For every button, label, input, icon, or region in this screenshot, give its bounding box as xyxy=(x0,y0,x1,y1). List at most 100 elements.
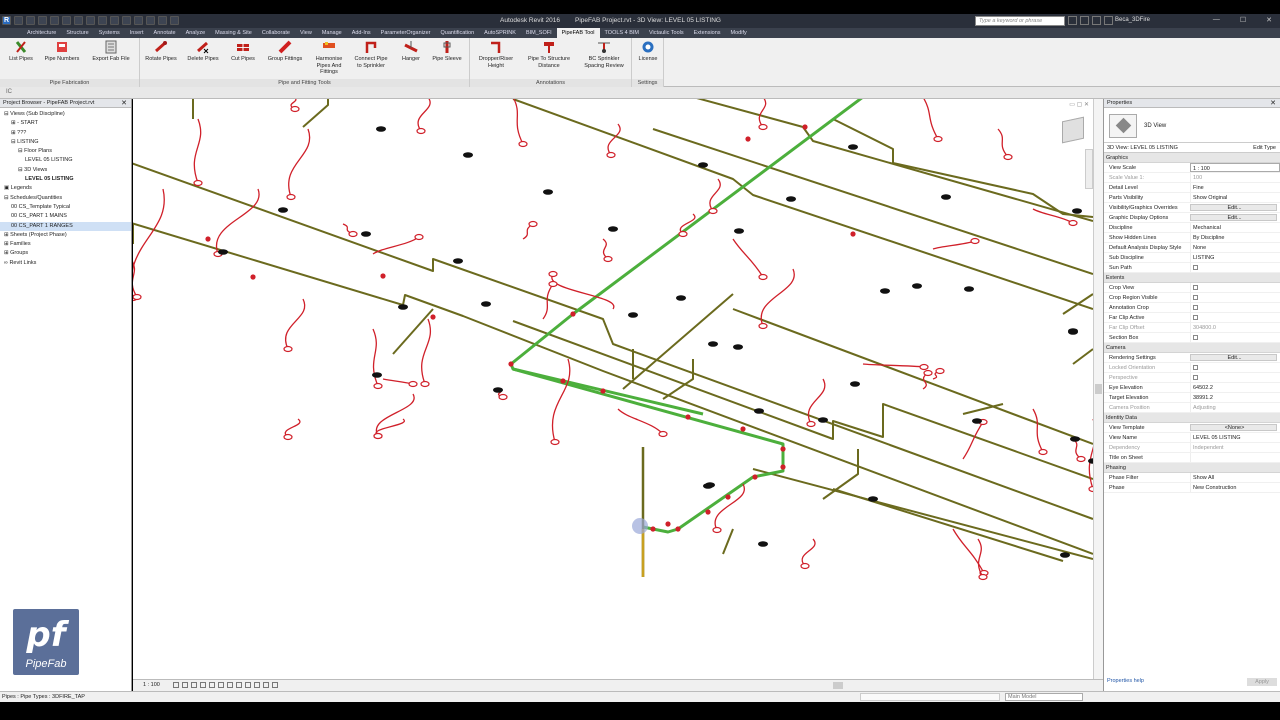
pipe-fitting[interactable] xyxy=(650,526,656,532)
apply-button[interactable]: Apply xyxy=(1247,678,1277,686)
sprinkler-head[interactable] xyxy=(919,363,929,371)
sprinkler-head[interactable] xyxy=(708,341,718,347)
section-icon[interactable] xyxy=(134,16,143,25)
sprinkler-drop[interactable] xyxy=(215,188,260,255)
tab-tools-4-bim[interactable]: TOOLS 4 BIM xyxy=(600,28,644,38)
tab-add-ins[interactable]: Add-Ins xyxy=(347,28,376,38)
tree-node[interactable]: ⊞ Families xyxy=(0,240,131,249)
sprinkler-head[interactable] xyxy=(414,233,424,241)
sprinkler-drop[interactable] xyxy=(372,236,420,255)
undo-icon[interactable] xyxy=(50,16,59,25)
tree-node[interactable]: 00 CS_PART 1 RANGES xyxy=(0,221,131,231)
tab-quantification[interactable]: Quantification xyxy=(436,28,480,38)
sprinkler-head[interactable] xyxy=(933,135,943,143)
sprinkler-head[interactable] xyxy=(278,207,288,213)
reveal-hidden-icon[interactable] xyxy=(254,682,260,688)
branch-pipe[interactable] xyxy=(512,99,1093,310)
sprinkler-head[interactable] xyxy=(818,417,828,423)
harmonise-button[interactable]: Harmonise Pipes And Fittings xyxy=(310,40,348,76)
sprinkler-head[interactable] xyxy=(1068,328,1078,334)
tab-systems[interactable]: Systems xyxy=(94,28,125,38)
pipe-fitting[interactable] xyxy=(560,378,566,384)
sprinkler-head[interactable] xyxy=(193,179,203,187)
sprinkler-head[interactable] xyxy=(848,144,858,150)
tab-manage[interactable]: Manage xyxy=(317,28,347,38)
checkbox[interactable] xyxy=(1193,305,1198,311)
property-value[interactable] xyxy=(1190,293,1280,302)
sprinkler-head[interactable] xyxy=(758,541,768,547)
sprinkler-drop[interactable] xyxy=(801,538,816,567)
export-fab-button[interactable]: Export Fab File xyxy=(92,40,130,63)
sprinkler-drop[interactable] xyxy=(551,358,571,443)
tab-victaulic-tools[interactable]: Victaulic Tools xyxy=(644,28,689,38)
sprinkler-head[interactable] xyxy=(758,273,768,281)
sprinkler-drop[interactable] xyxy=(862,363,925,368)
cursor-highlight[interactable] xyxy=(632,518,648,534)
active-model-selector[interactable]: Main Model xyxy=(1005,693,1083,701)
tab-collaborate[interactable]: Collaborate xyxy=(257,28,295,38)
property-value[interactable]: 1 : 100 xyxy=(1190,163,1280,172)
sprinkler-head[interactable] xyxy=(703,483,713,489)
branch-pipe[interactable] xyxy=(302,99,329,128)
property-value[interactable]: Show All xyxy=(1190,473,1280,482)
tab-modify[interactable]: Modify xyxy=(726,28,752,38)
temporary-hide-icon[interactable] xyxy=(245,682,251,688)
sprinkler-drop[interactable] xyxy=(997,128,1009,158)
property-value[interactable]: Mechanical xyxy=(1190,223,1280,232)
crop-icon[interactable] xyxy=(218,682,224,688)
branch-pipe[interactable] xyxy=(752,468,1093,560)
property-value[interactable]: <None> xyxy=(1190,424,1277,431)
property-value[interactable]: Edit... xyxy=(1190,204,1277,211)
pipe-fitting[interactable] xyxy=(780,464,786,470)
pipe-fitting[interactable] xyxy=(600,388,606,394)
cut-pipes-button[interactable]: Cut Pipes xyxy=(224,40,262,63)
switch-windows-icon[interactable] xyxy=(170,16,179,25)
sprinkler-head[interactable] xyxy=(290,105,300,113)
pipe-fitting[interactable] xyxy=(802,124,808,130)
star-icon[interactable] xyxy=(1092,16,1101,25)
tree-node[interactable]: ∞ Revit Links xyxy=(0,259,131,268)
tree-node[interactable]: 00 CS_Template Typical xyxy=(0,203,131,212)
pipe-fitting[interactable] xyxy=(850,231,856,237)
pipe-fitting[interactable] xyxy=(570,311,576,317)
sprinkler-head[interactable] xyxy=(376,126,386,132)
tree-node[interactable]: ⊟ Floor Plans xyxy=(0,147,131,156)
property-value[interactable]: LEVEL 05 LISTING xyxy=(1190,433,1280,442)
sprinkler-head[interactable] xyxy=(1070,436,1080,442)
sprinkler-drop[interactable] xyxy=(932,240,976,250)
sprinkler-head[interactable] xyxy=(1003,153,1013,161)
branch-pipe[interactable] xyxy=(1072,348,1093,365)
sprinkler-drop[interactable] xyxy=(607,123,621,156)
navigation-bar[interactable] xyxy=(1085,149,1093,189)
pipe-fitting[interactable] xyxy=(665,521,671,527)
tree-node[interactable]: ⊞ - START xyxy=(0,119,131,128)
selection-filter[interactable] xyxy=(860,693,1000,701)
save-icon[interactable] xyxy=(26,16,35,25)
edit-type-button[interactable]: Edit Type xyxy=(1253,143,1276,153)
3d-view-icon[interactable] xyxy=(122,16,131,25)
search-input[interactable]: Type a keyword or phrase xyxy=(975,16,1065,26)
sprinkler-head[interactable] xyxy=(712,526,722,534)
view-scale[interactable]: 1 : 100 xyxy=(143,682,160,688)
close-hidden-icon[interactable] xyxy=(158,16,167,25)
sprinkler-head[interactable] xyxy=(373,432,383,440)
sprinkler-head[interactable] xyxy=(498,393,508,401)
tree-node[interactable]: ⊟ 3D Views xyxy=(0,166,131,175)
pipe-sleeve-button[interactable]: Pipe Sleeve xyxy=(428,40,466,63)
sprinkler-head[interactable] xyxy=(463,152,473,158)
sprinkler-head[interactable] xyxy=(698,162,708,168)
tree-node[interactable]: ⊞ ??? xyxy=(0,129,131,138)
sprinkler-head[interactable] xyxy=(941,194,951,200)
license-button[interactable]: License xyxy=(629,40,667,63)
tree-node[interactable]: ⊟ LISTING xyxy=(0,138,131,147)
sprinkler-head[interactable] xyxy=(786,196,796,202)
tab-architecture[interactable]: Architecture xyxy=(22,28,61,38)
subscription-icon[interactable] xyxy=(1080,16,1089,25)
sprinkler-head[interactable] xyxy=(348,230,358,238)
sprinkler-drop[interactable] xyxy=(288,128,311,198)
property-value[interactable]: 38991.2 xyxy=(1190,393,1280,402)
property-value[interactable]: Edit... xyxy=(1190,214,1277,221)
dimension-icon[interactable] xyxy=(98,16,107,25)
branch-pipe[interactable] xyxy=(512,320,1093,480)
sprinkler-head[interactable] xyxy=(283,433,293,441)
